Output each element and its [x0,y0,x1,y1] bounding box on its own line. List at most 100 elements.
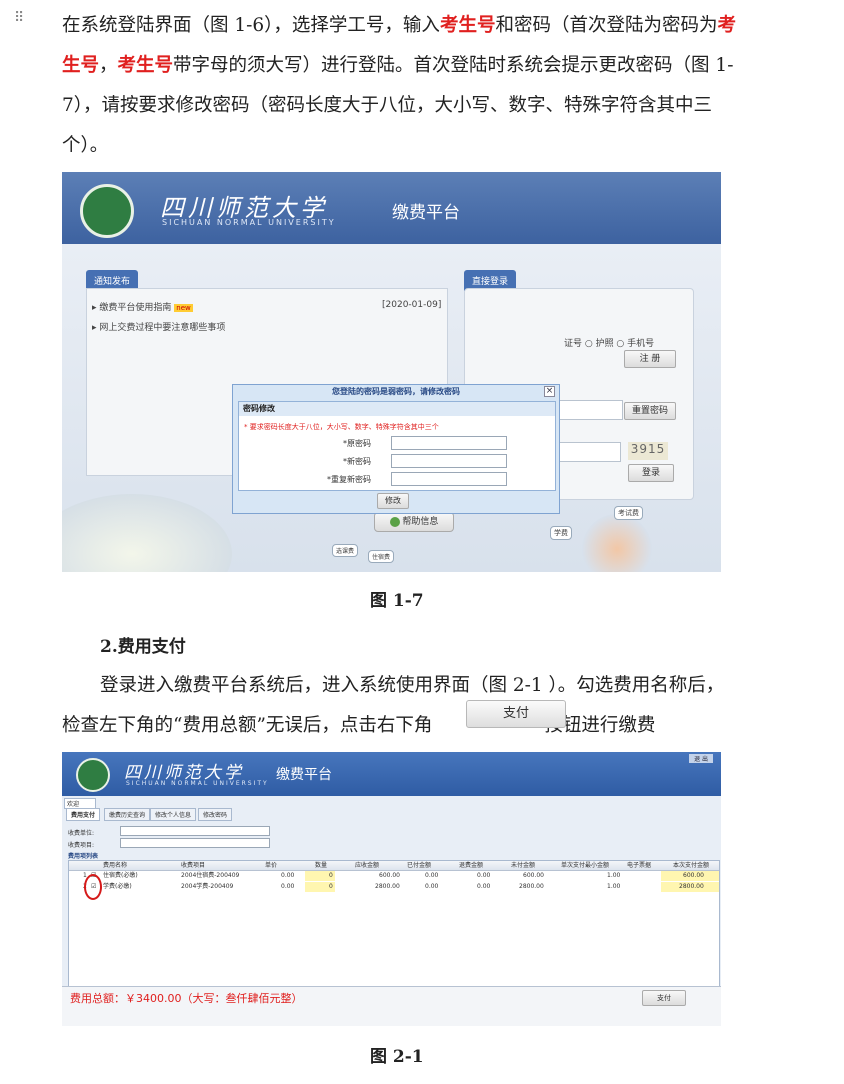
paid: 0.00 [425,872,439,879]
col-header: 本次支付金额 [673,862,710,869]
fee-item-select[interactable] [120,838,270,848]
figure-2-1-screenshot: 四川师范大学 SICHUAN NORMAL UNIVERSITY 缴费平台 退 … [62,752,721,1026]
submit-button[interactable]: 修改 [377,493,409,509]
notice-item[interactable]: ▸ 网上交费过程中要注意哪些事项 [92,320,225,333]
new-password-label: *新密码 [343,457,371,466]
university-logo-icon [76,758,110,792]
col-header: 费用名称 [103,862,128,869]
unpaid: 600.00 [523,872,544,879]
col-header: 应收金额 [355,862,380,869]
fee-name: 学费(必缴) [103,883,132,890]
tab-change-password[interactable]: 修改密码 [198,808,233,821]
logout-button[interactable]: 退 出 [689,754,713,763]
refund: 0.00 [477,883,491,890]
tab-fee-pay[interactable]: 费用支付 [66,808,101,821]
captcha-image[interactable]: 3915 [628,442,668,460]
unpaid: 2800.00 [519,883,544,890]
table-row[interactable]: 2 ☑ 学费(必缴) 2004学费-200409 0.00 0 2800.00 … [69,882,719,892]
header-bar: 四川师范大学 SICHUAN NORMAL UNIVERSITY 缴费平台 [62,172,721,244]
section-title: 密码修改 [239,402,555,416]
fee-item-label: 收费项目: [68,842,95,849]
pay-button-image: 支付 [466,700,566,728]
highlight-circle [84,874,102,900]
help-icon [389,516,400,527]
refund: 0.00 [477,872,491,879]
close-icon[interactable]: × [544,386,555,397]
old-password-label: *原密码 [343,439,371,448]
table-row[interactable]: 1 ☑ 住宿费(必缴) 2004住宿费-200409 0.00 0 600.00… [69,871,719,881]
pay-amount: 2800.00 [679,883,704,890]
university-logo-icon [80,184,134,238]
table-header: 费用名称 收费项目 单价 数量 应收金额 已付金额 退费金额 未付金额 单次支付… [69,861,719,871]
platform-title: 缴费平台 [392,203,460,223]
min-amount: 1.00 [607,883,621,890]
due: 2800.00 [375,883,400,890]
paid: 0.00 [425,883,439,890]
figure-1-7-screenshot: 四川师范大学 SICHUAN NORMAL UNIVERSITY 缴费平台 通知… [62,172,721,572]
fee-name: 住宿费(必缴) [103,872,138,879]
text: ， [99,55,118,76]
fee-unit-label: 收费单位: [68,830,95,837]
figure-caption: 图 1-7 [370,591,424,611]
qty: 0 [329,872,333,879]
brand-name-en: SICHUAN NORMAL UNIVERSITY [162,218,336,227]
emphasis: 考生号 [117,55,174,76]
paragraph-pay: 登录进入缴费平台系统后，进入系统使用界面（图 2-1 ）。勾选费用名称后，检查左… [62,666,742,746]
notice-date: [2020-01-09] [382,300,442,310]
col-header: 数量 [315,862,328,869]
fee-total: 费用总额：￥3400.00（大写：叁仟肆佰元整） [70,992,303,1005]
platform-title: 缴费平台 [276,767,332,783]
help-button[interactable]: 帮助信息 [374,512,454,532]
text: 和密码（首次登陆为密码为 [495,15,718,36]
fee-unit-select[interactable] [120,826,270,836]
login-button[interactable]: 登录 [628,464,674,482]
section-heading: 2.费用支付 [100,637,186,657]
bubble-label: 选课费 [332,544,359,557]
due: 600.00 [379,872,400,879]
repeat-password-label: *重复新密码 [327,475,371,484]
notice-item[interactable]: ▸ 缴费平台使用指南 new [92,300,193,313]
bubble-label: 考试费 [614,506,643,520]
tab-pay-history[interactable]: 缴费历史查询 [104,808,151,821]
student-illustration [582,514,652,572]
col-header: 退费金额 [459,862,484,869]
page-body: 通知发布 ▸ 缴费平台使用指南 new [2020-01-09] ▸ 网上交费过… [62,244,721,572]
paragraph-login: 在系统登陆界面（图 1-6），选择学工号，输入考生号和密码（首次登陆为密码为考生… [62,6,742,166]
password-rule: * 要求密码长度大于八位，大小写、数字、特殊字符含其中三个 [244,423,439,431]
bubble-label: 学费 [550,526,572,540]
emphasis: 考生号 [439,15,496,36]
figure-caption: 图 2-1 [370,1047,424,1067]
new-password-input[interactable] [391,454,507,468]
bubble-label: 住宿费 [368,550,395,563]
list-title: 费用项列表 [68,853,99,860]
tab-edit-profile[interactable]: 修改个人信息 [150,808,197,821]
register-button[interactable]: 注 册 [624,350,676,368]
drag-handle-icon[interactable]: ⠿ [14,10,24,26]
qty: 0 [329,883,333,890]
price: 0.00 [281,883,295,890]
pay-button[interactable]: 支付 [642,990,686,1006]
old-password-input[interactable] [391,436,507,450]
col-header: 电子票据 [627,862,652,869]
new-badge: new [174,304,193,312]
fee-item: 2004学费-200409 [181,883,234,890]
dialog-title: 您登陆的密码是弱密码，请修改密码 [332,387,460,396]
col-header: 单价 [265,862,278,869]
reset-password-button[interactable]: 重置密码 [624,402,676,420]
change-password-dialog: 您登陆的密码是弱密码，请修改密码 × 密码修改 * 要求密码长度大于八位，大小写… [232,384,560,514]
header-bar: 四川师范大学 SICHUAN NORMAL UNIVERSITY 缴费平台 退 … [62,752,721,796]
price: 0.00 [281,872,295,879]
brand-name-en: SICHUAN NORMAL UNIVERSITY [126,780,269,787]
fee-item: 2004住宿费-200409 [181,872,240,879]
text: 在系统登陆界面（图 1-6），选择学工号，输入 [62,15,440,36]
id-type-radios[interactable]: 证号 ○ 护照 ○ 手机号 [564,336,654,349]
min-amount: 1.00 [607,872,621,879]
repeat-password-input[interactable] [391,472,507,486]
fee-table: 费用名称 收费项目 单价 数量 应收金额 已付金额 退费金额 未付金额 单次支付… [68,860,720,990]
col-header: 已付金额 [407,862,432,869]
col-header: 未付金额 [511,862,536,869]
col-header: 单次支付最小金额 [561,862,610,869]
pay-amount: 600.00 [683,872,704,879]
decorative-cloud [62,494,232,572]
dialog-form: 密码修改 * 要求密码长度大于八位，大小写、数字、特殊字符含其中三个 *原密码 … [238,401,556,491]
